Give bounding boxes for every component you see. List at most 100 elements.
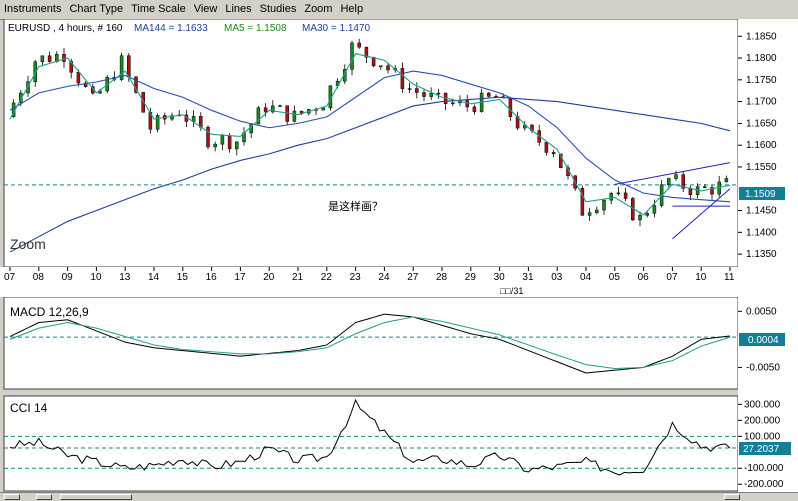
candle-body bbox=[595, 209, 599, 213]
candle-body bbox=[551, 152, 556, 155]
chart-area[interactable]: EURUSD , 4 hours, # 160 MA144 = 1.1633 M… bbox=[0, 19, 798, 492]
candle-body bbox=[667, 178, 671, 186]
cci-tick-label: 100.000 bbox=[744, 431, 781, 442]
candle-body bbox=[422, 92, 426, 97]
zoom-label: Zoom bbox=[10, 236, 46, 252]
candle-body bbox=[227, 135, 232, 150]
ma5-legend: MA5 = 1.1508 bbox=[224, 23, 287, 34]
candle-body bbox=[645, 213, 649, 216]
menu-instruments[interactable]: Instruments bbox=[0, 0, 65, 15]
candle-body bbox=[127, 55, 131, 78]
ma30-legend: MA30 = 1.1470 bbox=[302, 23, 371, 34]
y-tick-label: 1.1600 bbox=[746, 140, 777, 151]
scroll-thumb[interactable] bbox=[60, 494, 132, 500]
x-tick-label: 13 bbox=[119, 272, 131, 283]
candle-body bbox=[278, 105, 282, 107]
x-tick-label: 23 bbox=[350, 272, 362, 283]
menu-studies[interactable]: Studies bbox=[256, 0, 301, 15]
candle-body bbox=[703, 186, 707, 188]
candle-body bbox=[407, 88, 412, 90]
menu-zoom[interactable]: Zoom bbox=[300, 0, 336, 15]
x-tick-label: 31 bbox=[522, 272, 534, 283]
candle-body bbox=[47, 55, 52, 62]
symbol-header: EURUSD , 4 hours, # 160 bbox=[8, 23, 123, 34]
candle-body bbox=[415, 88, 419, 93]
y-tick-label: 1.1550 bbox=[746, 162, 777, 173]
y-tick-label: 1.1850 bbox=[746, 31, 777, 42]
menu-time-scale[interactable]: Time Scale bbox=[127, 0, 190, 15]
candle-body bbox=[40, 55, 45, 63]
ma144-legend: MA144 = 1.1633 bbox=[134, 23, 208, 34]
x-tick-label: 29 bbox=[465, 272, 477, 283]
candle-body bbox=[587, 212, 592, 216]
scroll-right-button[interactable] bbox=[724, 494, 740, 500]
y-tick-label: 1.1750 bbox=[746, 75, 777, 86]
menu-lines[interactable]: Lines bbox=[221, 0, 255, 15]
x-tick-label: 20 bbox=[263, 272, 275, 283]
price-badge: 1.1509 bbox=[745, 189, 776, 200]
scroll-left-button[interactable] bbox=[4, 494, 20, 500]
y-tick-label: 1.1650 bbox=[746, 118, 777, 129]
x-tick-label: 27 bbox=[407, 272, 419, 283]
y-tick-label: 1.1800 bbox=[746, 53, 777, 64]
candle-body bbox=[220, 135, 225, 145]
y-tick-label: 1.1450 bbox=[746, 206, 777, 217]
menu-bar: Instruments Chart Type Time Scale View Lines… bbox=[0, 0, 798, 20]
cci-tick-label: 200.000 bbox=[744, 415, 781, 426]
candle-body bbox=[206, 127, 210, 148]
x-tick-label: 11 bbox=[724, 272, 735, 283]
candle-body bbox=[451, 102, 455, 105]
macd-badge: 0.0004 bbox=[748, 335, 779, 346]
date-label: □□/31 bbox=[500, 286, 523, 296]
candle-body bbox=[544, 142, 549, 153]
x-tick-label: 21 bbox=[292, 272, 304, 283]
x-tick-label: 08 bbox=[33, 272, 45, 283]
candle-body bbox=[191, 116, 196, 122]
main-panel[interactable] bbox=[3, 19, 739, 268]
x-tick-label: 24 bbox=[378, 272, 390, 283]
candle-body bbox=[652, 205, 657, 214]
candle-body bbox=[379, 65, 383, 68]
x-tick-label: 10 bbox=[90, 272, 102, 283]
candle-body bbox=[436, 92, 441, 95]
candle-body bbox=[623, 192, 628, 199]
x-tick-label: 30 bbox=[494, 272, 506, 283]
x-tick-label: 07 bbox=[666, 272, 678, 283]
x-tick-label: 03 bbox=[551, 272, 563, 283]
time-axis bbox=[0, 267, 738, 297]
candle-body bbox=[263, 107, 268, 113]
x-tick-label: 15 bbox=[177, 272, 189, 283]
candle-body bbox=[508, 97, 513, 117]
x-tick-label: 06 bbox=[638, 272, 650, 283]
menu-help[interactable]: Help bbox=[336, 0, 367, 15]
x-tick-label: 14 bbox=[148, 272, 160, 283]
candle-body bbox=[724, 178, 729, 183]
candle-body bbox=[602, 199, 606, 211]
candle-body bbox=[487, 92, 491, 97]
candle-body bbox=[292, 110, 297, 122]
cci-title: CCI 14 bbox=[10, 401, 48, 415]
macd-title: MACD 12,26,9 bbox=[10, 305, 89, 319]
candle-body bbox=[321, 107, 325, 111]
x-tick-label: 10 bbox=[695, 272, 707, 283]
cci-panel[interactable] bbox=[3, 395, 739, 492]
macd-tick-label: -0.0050 bbox=[746, 362, 780, 373]
scroll-left-fast-button[interactable] bbox=[36, 494, 52, 500]
candle-body bbox=[350, 42, 354, 70]
cci-tick-label: 300.000 bbox=[744, 399, 781, 410]
candle-body bbox=[638, 215, 642, 221]
candle-body bbox=[609, 192, 613, 201]
menu-view[interactable]: View bbox=[190, 0, 222, 15]
candle-body bbox=[235, 141, 239, 150]
macd-tick-label: 0.0050 bbox=[746, 306, 777, 317]
candle-body bbox=[386, 65, 390, 71]
x-tick-label: 07 bbox=[4, 272, 16, 283]
x-tick-label: 16 bbox=[206, 272, 218, 283]
macd-panel[interactable] bbox=[3, 296, 739, 390]
menu-chart-type[interactable]: Chart Type bbox=[65, 0, 127, 15]
cci-tick-label: -100.000 bbox=[744, 463, 784, 474]
x-tick-label: 04 bbox=[580, 272, 592, 283]
candle-body bbox=[472, 106, 477, 112]
candle-body bbox=[400, 68, 405, 89]
candle-body bbox=[76, 72, 81, 84]
